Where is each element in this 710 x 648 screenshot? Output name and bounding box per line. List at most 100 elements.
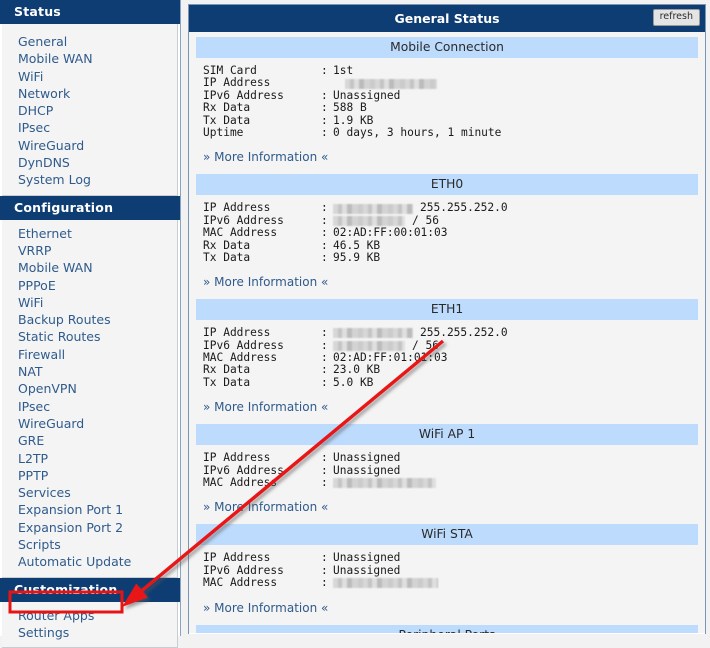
status-row: IPv6 Address:/ 56 (203, 215, 705, 227)
sidebar-item-expansion-port-2[interactable]: Expansion Port 2 (2, 519, 177, 536)
status-row-key: MAC Address (203, 577, 321, 589)
sidebar-item-wifi[interactable]: WiFi (2, 68, 177, 85)
sidebar-item-dhcp[interactable]: DHCP (2, 102, 177, 119)
sidebar-item-nat[interactable]: NAT (2, 363, 177, 380)
sidebar-item-general[interactable]: General (2, 33, 177, 50)
sidebar-item-openvpn[interactable]: OpenVPN (2, 380, 177, 397)
more-information-link[interactable]: » More Information « (189, 491, 705, 524)
status-row-value: Unassigned (333, 465, 400, 477)
redacted-value (333, 478, 436, 488)
sidebar-list-customization: Router Apps Settings (2, 602, 178, 648)
status-row-separator: : (321, 452, 333, 464)
status-row: IPv6 Address:Unassigned (203, 565, 705, 577)
status-row-separator: : (321, 227, 333, 239)
sidebar-item-automatic-update[interactable]: Automatic Update (2, 553, 177, 570)
sidebar-group-title-configuration: Configuration (0, 196, 180, 220)
more-information-link[interactable]: » More Information « (189, 391, 705, 424)
more-information-link[interactable]: » More Information « (189, 266, 705, 299)
status-row-value: 588 B (333, 102, 367, 114)
sidebar-item-ethernet[interactable]: Ethernet (2, 225, 177, 242)
status-row-key: MAC Address (203, 477, 321, 489)
sidebar-item-services[interactable]: Services (2, 484, 177, 501)
status-row-separator: : (321, 65, 333, 77)
refresh-button[interactable]: refresh (653, 9, 700, 26)
sidebar-item-mobile-wan[interactable]: Mobile WAN (2, 50, 177, 67)
sidebar-item-ipsec-config[interactable]: IPsec (2, 398, 177, 415)
status-row: Rx Data:46.5 KB (203, 240, 705, 252)
status-row: IP Address (203, 77, 705, 89)
status-row-separator: : (321, 327, 333, 339)
sidebar-group-status: Status General Mobile WAN WiFi Network D… (0, 0, 180, 196)
sidebar-item-vrrp[interactable]: VRRP (2, 242, 177, 259)
sidebar-item-wifi-config[interactable]: WiFi (2, 294, 177, 311)
redacted-value (333, 341, 405, 351)
section-header: Peripheral Ports (196, 625, 698, 633)
status-row-separator: : (321, 252, 333, 264)
sidebar-group-title-customization: Customization (0, 578, 180, 602)
sidebar-group-customization: Customization Router Apps Settings (0, 578, 180, 648)
status-row: IPv6 Address:Unassigned (203, 465, 705, 477)
more-information-link[interactable]: » More Information « (189, 141, 705, 174)
status-row: MAC Address:02:AD:FF:00:01:03 (203, 227, 705, 239)
sidebar-item-expansion-port-1[interactable]: Expansion Port 1 (2, 501, 177, 518)
status-row: Rx Data:588 B (203, 102, 705, 114)
sidebar-item-l2tp[interactable]: L2TP (2, 450, 177, 467)
sidebar-item-mobile-wan-config[interactable]: Mobile WAN (2, 259, 177, 276)
section-header: WiFi STA (196, 524, 698, 545)
status-row: IP Address:Unassigned (203, 552, 705, 564)
sidebar-item-firewall[interactable]: Firewall (2, 346, 177, 363)
sidebar-list-configuration: Ethernet VRRP Mobile WAN PPPoE WiFi Back… (2, 220, 178, 578)
section-body: SIM Card:1stIP AddressIPv6 Address:Unass… (189, 58, 705, 141)
more-information-link[interactable]: » More Information « (189, 592, 705, 625)
sidebar: Status General Mobile WAN WiFi Network D… (0, 0, 181, 636)
sidebar-item-gre[interactable]: GRE (2, 432, 177, 449)
status-row: IPv6 Address:Unassigned (203, 90, 705, 102)
status-row-key: IP Address (203, 77, 321, 89)
sidebar-item-settings[interactable]: Settings (2, 624, 177, 641)
status-row-separator: : (321, 377, 333, 389)
status-row-separator: : (321, 477, 333, 489)
status-row-key: IP Address (203, 327, 321, 339)
status-row-separator: : (321, 552, 333, 564)
redacted-value (333, 328, 413, 338)
status-row-value: 1st (333, 65, 353, 77)
sidebar-item-wireguard[interactable]: WireGuard (2, 137, 177, 154)
sidebar-item-wireguard-config[interactable]: WireGuard (2, 415, 177, 432)
status-row: Tx Data:95.9 KB (203, 252, 705, 264)
sidebar-item-network[interactable]: Network (2, 85, 177, 102)
sidebar-item-backup-routes[interactable]: Backup Routes (2, 311, 177, 328)
status-row-key: IP Address (203, 552, 321, 564)
sidebar-list-status: General Mobile WAN WiFi Network DHCP IPs… (2, 24, 178, 196)
section-body: IP Address:UnassignedIPv6 Address:Unassi… (189, 445, 705, 491)
redacted-value (345, 79, 437, 89)
section-header: Mobile Connection (196, 37, 698, 58)
status-row-separator: : (321, 102, 333, 114)
sidebar-item-system-log[interactable]: System Log (2, 171, 177, 188)
status-row-separator: : (321, 364, 333, 376)
status-row: IP Address: 255.255.252.0 (203, 327, 705, 339)
sidebar-item-ipsec[interactable]: IPsec (2, 119, 177, 136)
sidebar-item-dyndns[interactable]: DynDNS (2, 154, 177, 171)
status-row-separator: : (321, 577, 333, 589)
status-row-suffix: 255.255.252.0 (413, 327, 508, 339)
section-header: WiFi AP 1 (196, 424, 698, 445)
status-row-key: Uptime (203, 127, 321, 139)
status-row-key: MAC Address (203, 227, 321, 239)
sidebar-item-static-routes[interactable]: Static Routes (2, 328, 177, 345)
sidebar-item-scripts[interactable]: Scripts (2, 536, 177, 553)
status-row: Tx Data:5.0 KB (203, 377, 705, 389)
status-row-key: IP Address (203, 202, 321, 214)
status-row: MAC Address: (203, 477, 705, 489)
redacted-value (333, 204, 413, 214)
sidebar-item-pptp[interactable]: PPTP (2, 467, 177, 484)
sidebar-item-pppoe[interactable]: PPPoE (2, 277, 177, 294)
sidebar-item-router-apps[interactable]: Router Apps (2, 607, 177, 624)
status-row-suffix: 255.255.252.0 (413, 202, 508, 214)
status-row: Uptime:0 days, 3 hours, 1 minute (203, 127, 705, 139)
section-body: IP Address: 255.255.252.0IPv6 Address:/ 5… (189, 195, 705, 266)
sidebar-group-configuration: Configuration Ethernet VRRP Mobile WAN P… (0, 196, 180, 578)
page-title: General Status (394, 11, 499, 26)
status-row: SIM Card:1st (203, 65, 705, 77)
status-row: Rx Data:23.0 KB (203, 364, 705, 376)
page-root: Status General Mobile WAN WiFi Network D… (0, 0, 710, 636)
